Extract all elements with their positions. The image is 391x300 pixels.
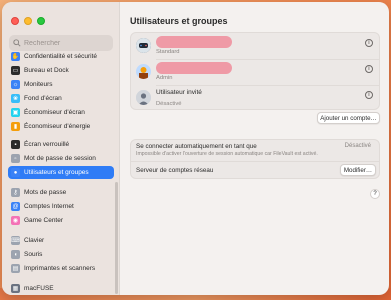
sidebar-item-macfuse[interactable]: ▦ macFUSE <box>8 282 114 295</box>
sidebar-item-game-center[interactable]: ◉ Game Center <box>8 214 114 227</box>
sidebar-item-energy[interactable]: ▮ Économiseur d'énergie <box>8 120 114 133</box>
sidebar-item-label: Souris <box>24 251 43 258</box>
sidebar-item-screensaver[interactable]: ▣ Économiseur d'écran <box>8 106 114 119</box>
sidebar-scrollbar[interactable] <box>115 182 118 294</box>
search-field[interactable] <box>9 35 113 51</box>
close-button[interactable] <box>11 17 19 25</box>
users-icon: ● <box>11 168 20 177</box>
window-controls <box>11 17 45 25</box>
display-icon: ☼ <box>11 80 20 89</box>
user-role: Admin <box>156 75 173 81</box>
lock-icon: ▪ <box>11 140 20 149</box>
gamepad-avatar-icon <box>136 38 151 53</box>
game-center-icon: ◉ <box>11 216 20 225</box>
guest-user-name: Utilisateur invité <box>156 89 202 96</box>
sidebar-item-login-password[interactable]: ▫ Mot de passe de session <box>8 152 114 165</box>
page-title: Utilisateurs et groupes <box>130 16 228 26</box>
help-button[interactable]: ? <box>370 189 380 199</box>
sidebar-item-lock-screen[interactable]: ▪ Écran verrouillé <box>8 138 114 151</box>
printer-icon: ▤ <box>11 264 20 273</box>
sidebar-item-label: Confidentialité et sécurité <box>24 53 97 60</box>
sidebar-item-displays[interactable]: ☼ Moniteurs <box>8 78 114 91</box>
sidebar-item-internet-accounts[interactable]: @ Comptes Internet <box>8 200 114 213</box>
sidebar: ✋ Confidentialité et sécurité ▭ Bureau e… <box>2 2 120 295</box>
lock-screen-icon: ▫ <box>11 154 20 163</box>
info-icon[interactable]: i <box>365 65 373 73</box>
sidebar-item-label: Fond d'écran <box>24 95 62 102</box>
sidebar-item-label: Économiseur d'écran <box>24 109 85 116</box>
auto-login-value[interactable]: Désactivé <box>345 143 371 149</box>
sidebar-item-users-groups[interactable]: ● Utilisateurs et groupes <box>8 166 114 179</box>
sidebar-item-label: Moniteurs <box>24 81 53 88</box>
divider <box>131 161 379 162</box>
search-icon <box>13 39 21 47</box>
login-options-card: Se connecter automatiquement en tant que… <box>130 139 380 179</box>
sidebar-item-label: Économiseur d'énergie <box>24 123 91 130</box>
modify-button[interactable]: Modifier… <box>340 164 376 176</box>
sidebar-item-printers[interactable]: ▤ Imprimantes et scanners <box>8 262 114 275</box>
sidebar-item-keyboard[interactable]: ⌨ Clavier <box>8 234 114 247</box>
avatar <box>136 38 151 53</box>
network-server-label: Serveur de comptes réseau <box>136 167 214 174</box>
sidebar-item-label: Bureau et Dock <box>24 67 69 74</box>
sidebar-item-passwords[interactable]: ⚷ Mots de passe <box>8 186 114 199</box>
info-icon[interactable]: i <box>365 39 373 47</box>
minimize-button[interactable] <box>24 17 32 25</box>
mouse-icon: ◖ <box>11 250 20 259</box>
sidebar-item-label: macFUSE <box>24 285 54 292</box>
battery-icon: ▮ <box>11 122 20 131</box>
photo-avatar-icon <box>136 64 151 79</box>
wallpaper-icon: ❀ <box>11 94 20 103</box>
at-icon: @ <box>11 202 20 211</box>
user-row-admin[interactable]: Admin i <box>131 59 381 85</box>
screensaver-icon: ▣ <box>11 108 20 117</box>
info-icon[interactable]: i <box>365 91 373 99</box>
macfuse-icon: ▦ <box>11 284 20 293</box>
avatar <box>136 64 151 79</box>
guest-user-icon <box>136 90 151 105</box>
redacted-user-name <box>156 62 232 74</box>
dock-icon: ▭ <box>11 66 20 75</box>
users-card: Standard i Admin i Utilisateur invité Dé… <box>130 32 380 110</box>
sidebar-item-label: Mot de passe de session <box>24 155 96 162</box>
avatar <box>136 90 151 105</box>
zoom-button[interactable] <box>37 17 45 25</box>
sidebar-item-label: Game Center <box>24 217 64 224</box>
main-panel: Utilisateurs et groupes Standard i Admin… <box>120 2 389 295</box>
redacted-user-name <box>156 36 232 48</box>
hand-icon: ✋ <box>11 52 20 61</box>
search-input[interactable] <box>24 39 112 47</box>
sidebar-item-label: Utilisateurs et groupes <box>24 169 89 176</box>
settings-window: ✋ Confidentialité et sécurité ▭ Bureau e… <box>2 2 389 295</box>
sidebar-item-privacy[interactable]: ✋ Confidentialité et sécurité <box>8 50 114 63</box>
keyboard-icon: ⌨ <box>11 236 20 245</box>
key-icon: ⚷ <box>11 188 20 197</box>
user-row-standard[interactable]: Standard i <box>131 33 381 59</box>
auto-login-label: Se connecter automatiquement en tant que <box>136 143 257 150</box>
sidebar-item-label: Clavier <box>24 237 45 244</box>
user-row-guest[interactable]: Utilisateur invité Désactivé i <box>131 85 381 111</box>
user-role: Standard <box>156 49 180 55</box>
sidebar-item-wallpaper[interactable]: ❀ Fond d'écran <box>8 92 114 105</box>
auto-login-note: Impossible d'activer l'ouverture de sess… <box>136 151 318 157</box>
sidebar-item-label: Imprimantes et scanners <box>24 265 96 272</box>
sidebar-item-label: Mots de passe <box>24 189 67 196</box>
add-account-button[interactable]: Ajouter un compte… <box>317 112 380 124</box>
sidebar-item-label: Écran verrouillé <box>24 141 70 148</box>
user-role: Désactivé <box>156 101 182 107</box>
sidebar-item-desktop-dock[interactable]: ▭ Bureau et Dock <box>8 64 114 77</box>
sidebar-item-mouse[interactable]: ◖ Souris <box>8 248 114 261</box>
sidebar-item-label: Comptes Internet <box>24 203 74 210</box>
